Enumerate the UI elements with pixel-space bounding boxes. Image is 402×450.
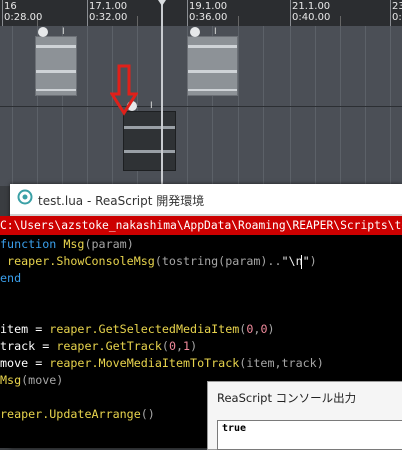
code-text: (param) [84, 237, 134, 251]
code-line: move = reaper.MoveMediaItemToTrack(item,… [0, 355, 324, 372]
code-object: reaper [49, 322, 92, 336]
waveform [188, 70, 237, 73]
ruler-time-label: 0:40.00 [292, 12, 331, 23]
ruler-time-label: 0:32.00 [89, 12, 128, 23]
code-text: , [175, 339, 184, 353]
ruler-bar-label: 19.1.00 [189, 1, 228, 12]
code-keyword: end [0, 271, 22, 285]
editor-title: test.lua - ReaScript 開発環境 [38, 194, 205, 208]
console-output-text: true [222, 423, 247, 434]
code-line: function Msg(param) [0, 236, 134, 253]
selected-media-item[interactable] [123, 111, 176, 171]
item-label: I [150, 101, 153, 111]
down-arrow-icon [110, 64, 138, 116]
waveform [188, 89, 237, 91]
waveform [36, 70, 76, 73]
code-text: ) [267, 322, 275, 336]
item-volume-knob[interactable] [38, 27, 48, 37]
ruler-minor-tick [340, 16, 341, 26]
ruler-time-label: 0:28.00 [4, 12, 43, 23]
code-variable: track [0, 339, 36, 353]
code-variable: item [0, 322, 29, 336]
code-text: = [28, 322, 50, 336]
code-text: ) [190, 339, 198, 353]
code-function: .GetTrack [98, 339, 162, 353]
code-text: = [28, 356, 50, 370]
code-text: (tostring(param).. [154, 254, 282, 268]
media-item[interactable] [187, 36, 238, 96]
ruler-minor-tick [137, 16, 138, 26]
ruler-bar-label: 17.1.00 [89, 1, 128, 12]
waveform [36, 89, 76, 91]
code-function: .MoveMediaItemToTrack [91, 356, 240, 370]
code-line: end [0, 270, 21, 287]
code-line: reaper.ShowConsoleMsg(tostring(param).."… [0, 253, 317, 270]
ruler-bar-label: 16 [4, 1, 17, 12]
ruler-tick [87, 0, 88, 26]
code-object: reaper [0, 407, 43, 421]
track-divider [0, 106, 402, 107]
console-title: ReaScript コンソール出力 [217, 391, 357, 405]
ruler-time-label: 0:36.00 [189, 12, 228, 23]
code-text: ( [161, 339, 169, 353]
waveform [36, 45, 76, 48]
waveform [188, 45, 237, 48]
item-volume-knob[interactable] [190, 27, 200, 37]
code-line: Msg(move) [0, 372, 63, 389]
code-number: 0 [168, 339, 176, 353]
ruler-tick [2, 0, 3, 26]
waveform [124, 126, 175, 129]
code-string: "\n" [281, 254, 310, 268]
code-object: reaper [7, 254, 50, 268]
code-object: reaper [56, 339, 99, 353]
ruler-bar-label: 21.1.00 [292, 1, 331, 12]
code-function: .UpdateArrange [42, 407, 141, 421]
text-caret [301, 255, 302, 269]
code-text: ) [309, 254, 317, 268]
code-function: .GetSelectedMediaItem [91, 322, 240, 336]
code-function: Msg [0, 373, 22, 387]
code-text: () [140, 407, 155, 421]
ruler-minor-tick [238, 16, 239, 26]
play-cursor[interactable] [158, 0, 166, 186]
waveform [124, 150, 175, 153]
code-text: (item,track) [239, 356, 324, 370]
code-line: track = reaper.GetTrack(0,1) [0, 338, 197, 355]
code-line: item = reaper.GetSelectedMediaItem(0,0) [0, 321, 275, 338]
ruler-tick [187, 0, 188, 26]
reaper-logo-icon [17, 189, 33, 205]
item-label: I [214, 27, 217, 37]
code-keyword: function [0, 237, 57, 251]
code-function: Msg [63, 237, 85, 251]
media-item[interactable] [35, 36, 77, 96]
ruler-tick [390, 0, 391, 26]
code-text: (move) [21, 373, 64, 387]
code-function: .ShowConsoleMsg [49, 254, 155, 268]
code-line: reaper.UpdateArrange() [0, 406, 155, 423]
item-label: I [62, 27, 65, 37]
script-path-bar: C:\Users\azstoke_nakashima\AppData\Roami… [0, 216, 402, 235]
code-object: reaper [49, 356, 92, 370]
code-text: = [35, 339, 57, 353]
ruler-tick [290, 0, 291, 26]
code-variable: move [0, 356, 29, 370]
ruler-time-label: 0:44 [392, 12, 402, 23]
ruler-bar-label: 23 [392, 1, 402, 12]
